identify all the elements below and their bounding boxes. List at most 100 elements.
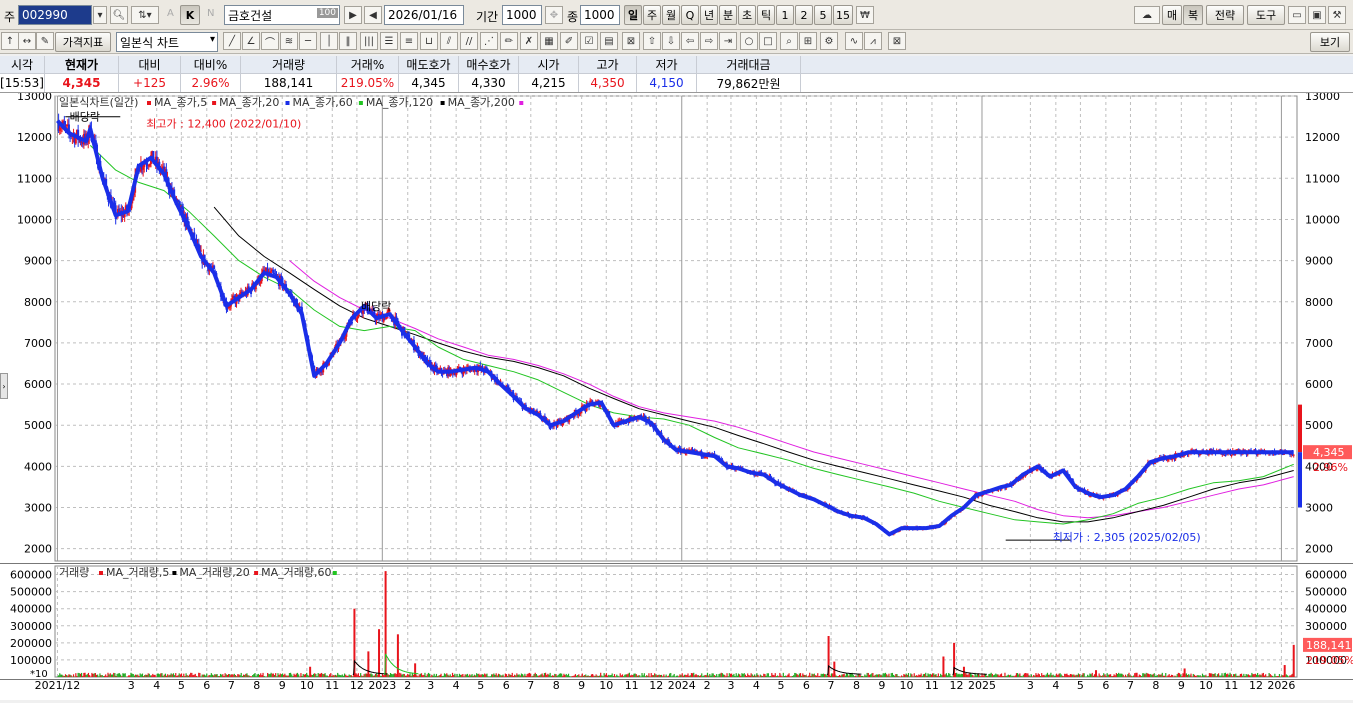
period-input[interactable]: 1000 — [502, 5, 542, 25]
channel-icon[interactable]: ⊔ — [420, 32, 438, 50]
expand-horizontal-icon[interactable]: ↔ — [18, 32, 36, 50]
sort-dropdown-icon[interactable]: ⇅▾ — [131, 6, 159, 24]
stock-name-field[interactable]: 금호건설 100 — [224, 5, 340, 25]
letter-n-toggle[interactable]: N — [207, 8, 214, 19]
trendline-icon[interactable]: ╱ — [223, 32, 241, 50]
chevron-down-icon: ▾ — [209, 34, 215, 45]
volume-bar — [994, 674, 996, 677]
interval-2-button[interactable]: 2 — [795, 5, 813, 25]
volume-bar — [608, 674, 610, 677]
cloud-icon[interactable]: ☁ — [1134, 6, 1160, 24]
interval-1-button[interactable]: 1 — [776, 5, 794, 25]
period-day-button[interactable]: 일 — [624, 5, 642, 25]
angle-line-icon[interactable]: ∠ — [242, 32, 260, 50]
count-input[interactable]: 1000 — [580, 5, 620, 25]
edit-icon[interactable]: ✎ — [36, 32, 54, 50]
interval-15-button[interactable]: 15 — [833, 5, 853, 25]
grid-lines-icon[interactable]: ☰ — [380, 32, 398, 50]
volume-bar — [170, 673, 172, 677]
volume-bar — [352, 676, 354, 677]
eraser-icon[interactable]: ✗ — [520, 32, 538, 50]
pencil-icon[interactable]: ✏ — [500, 32, 518, 50]
wrench-icon[interactable]: ⚒ — [1328, 6, 1346, 24]
volume-bar — [114, 673, 116, 677]
volume-bar — [391, 673, 393, 677]
volume-bar — [201, 674, 203, 677]
price-tick-right: 12000 — [1305, 131, 1340, 144]
checklist-icon[interactable]: ☑ — [580, 32, 598, 50]
tools-button[interactable]: 도구 — [1247, 5, 1285, 25]
fibonacci-icon[interactable]: ≡ — [400, 32, 418, 50]
circle-icon[interactable]: ○ — [740, 32, 758, 50]
cross-line-icon[interactable]: ‖ — [339, 32, 357, 50]
period-second-button[interactable]: 초 — [738, 5, 756, 25]
stock-chart[interactable]: 2000 2000 3000 3000 4000 4000 5000 5000 6000 6000… — [0, 90, 1353, 700]
jump-end-icon[interactable]: ⇥ — [719, 32, 737, 50]
period-year-button[interactable]: 년 — [700, 5, 718, 25]
letter-k-toggle[interactable]: K — [180, 5, 200, 25]
rectangle-icon[interactable]: □ — [759, 32, 777, 50]
side-panel-toggle-icon[interactable]: › — [0, 373, 8, 399]
memo-icon[interactable]: ▤ — [600, 32, 618, 50]
strategy-button[interactable]: 전략 — [1206, 5, 1244, 25]
volume-bar — [1122, 674, 1124, 677]
scroll-left-icon[interactable]: ⇦ — [681, 32, 699, 50]
horizontal-line-icon[interactable]: ─ — [299, 32, 317, 50]
period-lines-icon[interactable]: ||| — [360, 32, 378, 50]
volume-bar — [242, 674, 245, 677]
save-icon[interactable]: ▣ — [1308, 6, 1326, 24]
chart-type-select[interactable]: 일본식 차트 ▾ — [116, 32, 218, 52]
close-tool-icon[interactable]: ⊠ — [888, 32, 906, 50]
up-arrow-icon[interactable]: ↑ — [1, 32, 19, 50]
period-month-button[interactable]: 월 — [662, 5, 680, 25]
folder-icon[interactable]: ▭ — [1288, 6, 1306, 24]
stock-code-input[interactable]: 002990 — [18, 5, 92, 25]
volume-bar — [682, 675, 684, 677]
volume-bar — [579, 676, 581, 677]
scroll-right-icon[interactable]: ⇨ — [700, 32, 718, 50]
price-indicator-button[interactable]: 가격지표 — [55, 32, 111, 52]
next-arrow-icon[interactable]: ▶ — [344, 6, 362, 24]
date-input[interactable]: 2026/01/16 — [384, 5, 464, 25]
volume-bar — [1062, 676, 1065, 677]
zoom-icon[interactable]: ⌕ — [780, 32, 798, 50]
volume-bar — [168, 675, 170, 677]
volume-bar — [1031, 676, 1034, 677]
settings-icon[interactable]: ⚙ — [820, 32, 838, 50]
scroll-up-icon[interactable]: ⇧ — [643, 32, 661, 50]
prev-arrow-icon[interactable]: ◀ — [364, 6, 382, 24]
property-edit-icon[interactable]: ✐ — [560, 32, 578, 50]
buy-button[interactable]: 매 — [1162, 5, 1182, 25]
volume-bar — [495, 673, 497, 677]
code-dropdown-icon[interactable]: ▾ — [93, 6, 107, 24]
custom-interval-icon[interactable]: ₩ — [856, 6, 874, 24]
color-palette-icon[interactable]: ▦ — [540, 32, 558, 50]
link-icon[interactable]: ✥ — [545, 6, 563, 24]
view-button[interactable]: 보기 — [1310, 32, 1350, 52]
fan-line-icon[interactable]: ≋ — [280, 32, 298, 50]
multi-line-icon[interactable]: ⋰ — [480, 32, 498, 50]
zigzag-icon[interactable]: ⩘ — [864, 32, 882, 50]
volume-bar — [1254, 673, 1256, 677]
scroll-down-icon[interactable]: ⇩ — [662, 32, 680, 50]
volume-bar — [141, 673, 144, 677]
zoom-area-icon[interactable]: ⊞ — [799, 32, 817, 50]
wave-icon[interactable]: ∿ — [845, 32, 863, 50]
search-icon[interactable]: 🔍︎ — [110, 6, 128, 24]
interval-5-button[interactable]: 5 — [814, 5, 832, 25]
letter-a-toggle[interactable]: A — [167, 8, 174, 19]
volume-bar — [425, 675, 427, 677]
period-minute-button[interactable]: 분 — [719, 5, 737, 25]
vertical-line-icon[interactable]: │ — [320, 32, 338, 50]
volume-bar — [1092, 675, 1094, 677]
arc-icon[interactable]: ⌒ — [261, 32, 279, 50]
chart-canvas[interactable]: 2000 20003000 30004000 40005000 50006000 6000… — [0, 90, 1353, 700]
fit-screen-icon[interactable]: ⊠ — [622, 32, 640, 50]
period-week-button[interactable]: 주 — [643, 5, 661, 25]
compound-button[interactable]: 복 — [1183, 5, 1203, 25]
pitchfork-icon[interactable]: ⫽ — [440, 32, 458, 50]
period-quarter-button[interactable]: Q — [681, 5, 699, 25]
period-tick-button[interactable]: 틱 — [757, 5, 775, 25]
parallel-lines-icon[interactable]: // — [460, 32, 478, 50]
volume-bar — [93, 673, 95, 677]
